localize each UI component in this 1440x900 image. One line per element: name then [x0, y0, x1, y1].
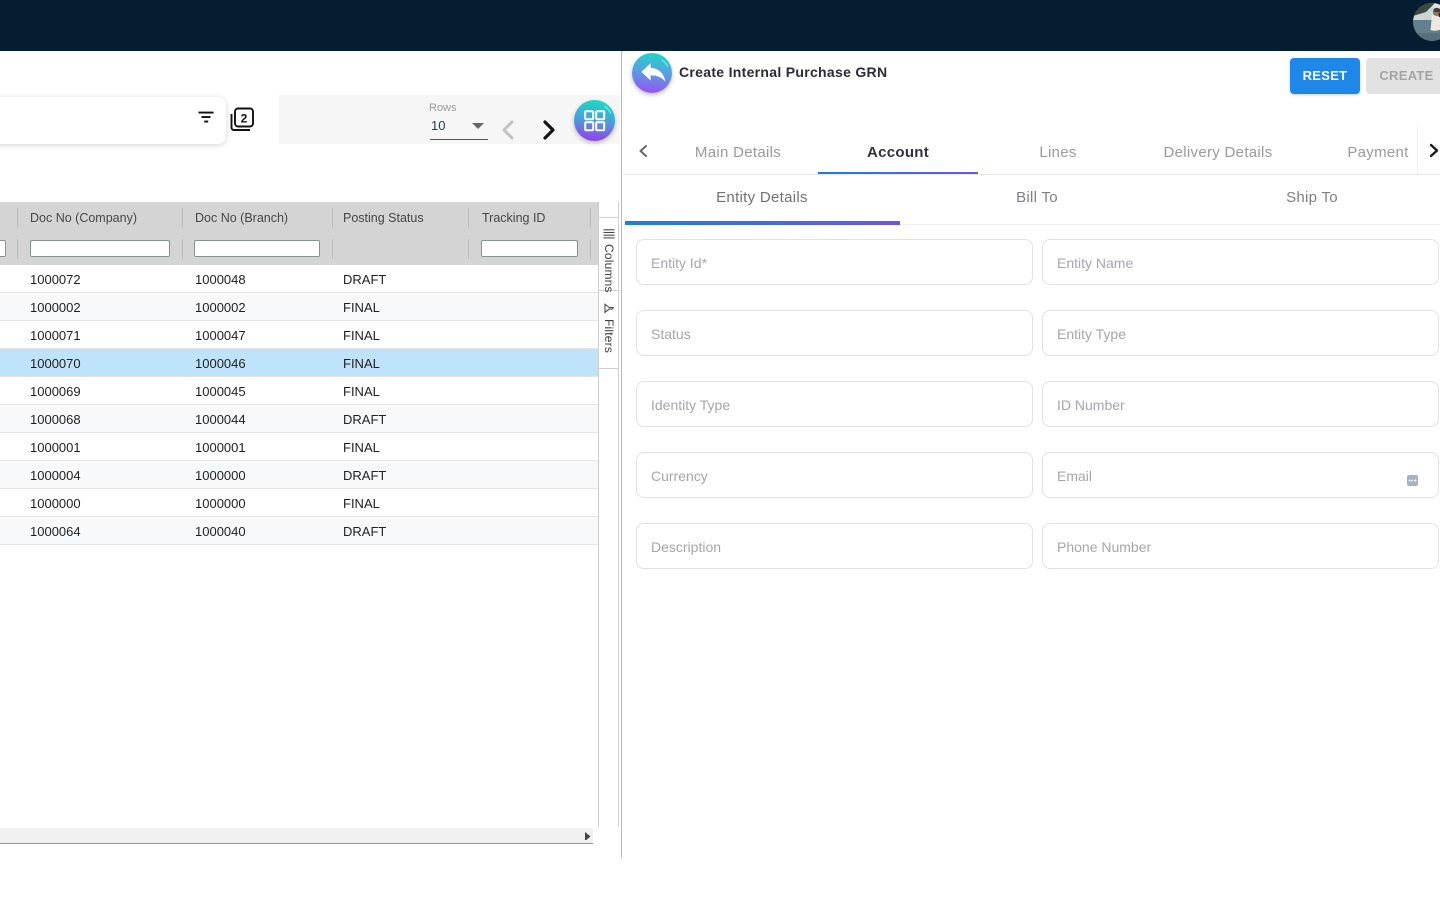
svg-text:2: 2	[241, 112, 248, 126]
